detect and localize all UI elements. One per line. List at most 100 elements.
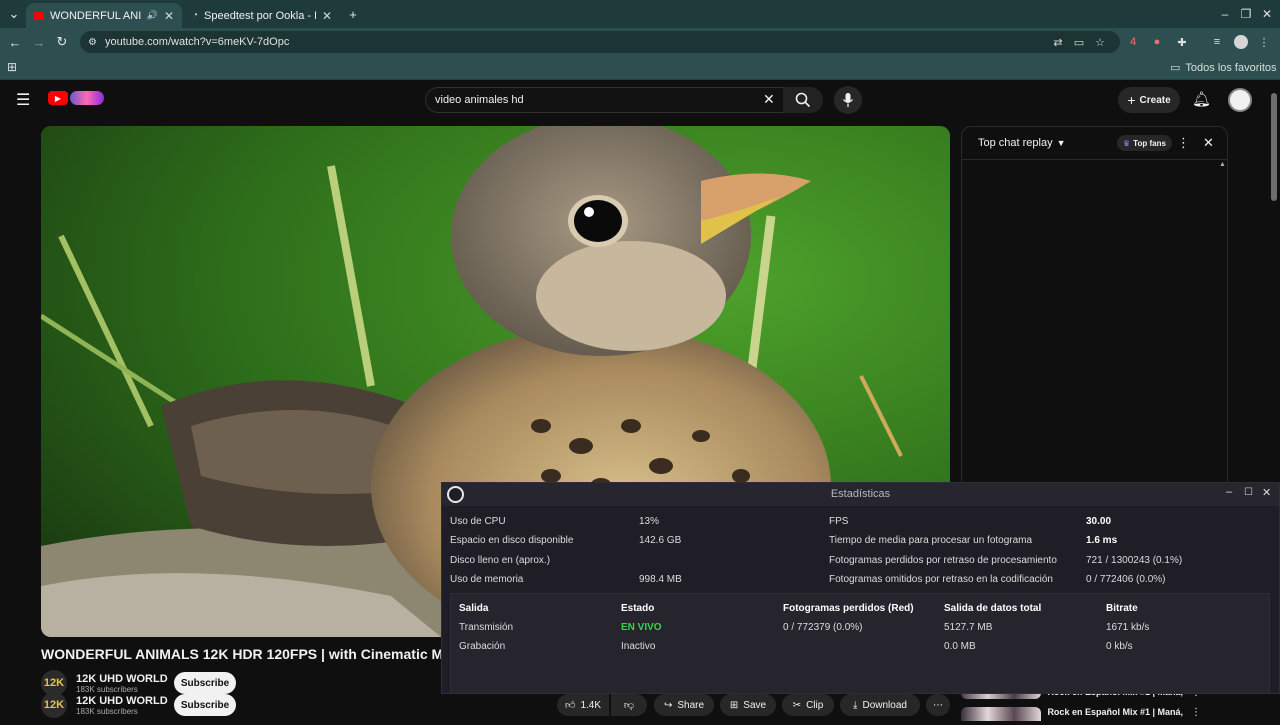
bookmark-star-icon[interactable]: ☆ [1092,34,1108,50]
channel-name[interactable]: 12K UHD WORLD [76,673,168,685]
more-actions-button[interactable]: ⋯ [926,694,950,716]
chat-mode-dropdown[interactable]: Top chat replay ▼ [978,137,1066,149]
reload-icon[interactable]: ↻ [52,32,72,52]
download-label: Download [862,699,907,711]
tab-title: WONDERFUL ANIMAL [50,9,141,22]
youtube-favicon-icon [34,11,44,20]
user-avatar[interactable] [1228,88,1252,112]
clear-search-icon[interactable]: ✕ [763,91,775,108]
stat-value: 998.4 MB [639,574,682,585]
obs-logo-icon [447,486,464,503]
search-button[interactable] [783,87,823,113]
profile-avatar-icon[interactable] [1233,34,1249,50]
table-header: Salida [459,603,489,614]
obs-title-bar: Estadísticas [442,483,1279,506]
create-button[interactable]: + Create [1118,87,1180,113]
channel-info: 12K UHD WORLD 183K subscribers [76,695,168,716]
stat-value: 142.6 GB [639,535,682,546]
page-scrollbar[interactable] [1271,93,1277,201]
table-cell: 0 / 772379 (0.0%) [783,622,863,633]
more-horizontal-icon: ⋯ [933,699,943,711]
sidebar-video-title: Rock en Español Mix #1 | Maná, [1047,707,1183,717]
forward-icon[interactable]: → [29,32,49,52]
obs-window-title: Estadísticas [830,488,891,500]
obs-stats-window: Estadísticas – ☐ ✕ Uso de CPU 13% Espaci… [441,482,1280,694]
stat-label: Uso de CPU [450,516,506,527]
stat-value: 721 / 1300243 (0.1%) [1086,555,1183,566]
notifications-bell-icon[interactable]: 🔔︎ [1192,90,1211,108]
subscribe-button[interactable]: Subscribe [174,694,236,716]
crown-icon: ♛ [1123,138,1131,148]
extension-icon[interactable]: ● [1149,34,1165,50]
table-header: Bitrate [1106,603,1138,614]
close-tab-icon[interactable]: ✕ [164,9,174,23]
audio-icon[interactable]: 🔊 [147,10,158,21]
extensions-puzzle-icon[interactable]: ✚ [1174,34,1190,50]
table-cell: 1671 kb/s [1106,622,1150,633]
tab-title: Speedtest por Ookla - La [204,9,316,22]
table-header: Fotogramas perdidos (Red) [783,603,914,614]
extension-icon[interactable]: 4 [1125,34,1141,50]
stat-label: Tiempo de media para procesar un fotogra… [829,535,1033,546]
stat-label: Disco lleno en (aprox.) [450,555,551,566]
channel-name[interactable]: 12K UHD WORLD [76,695,168,707]
hamburger-menu-icon[interactable]: ☰ [16,90,30,110]
media-control-icon[interactable]: ≡ [1209,34,1225,50]
clip-button[interactable]: ✂ Clip [782,694,834,716]
live-status: EN VIVO [621,622,662,633]
dislike-button[interactable]: 👎︎ [611,694,647,716]
close-window-icon[interactable]: ✕ [1257,4,1277,24]
table-header: Salida de datos total [944,603,1042,614]
like-button[interactable]: 👍︎ 1.4K [557,694,609,716]
channel-avatar[interactable]: 12K [41,692,67,718]
search-input[interactable]: video animales hd [425,87,791,113]
apps-grid-icon[interactable]: ⊞ [7,60,17,74]
back-icon[interactable]: ← [5,32,25,52]
address-bar[interactable]: ⚙ youtube.com/watch?v=6meKV-7dOpc [80,31,1120,53]
channel-row-duplicate: 12K 12K UHD WORLD 183K subscribers [41,692,168,718]
search-input-value: video animales hd [435,94,524,106]
clip-label: Clip [806,699,824,711]
table-cell: 0.0 MB [944,641,976,652]
subscribe-button[interactable]: Subscribe [174,672,236,694]
close-tab-icon[interactable]: ✕ [322,9,332,23]
close-chat-icon[interactable]: ✕ [1203,135,1214,151]
save-button[interactable]: ⊞ Save [720,694,776,716]
download-button[interactable]: ⤓ Download [840,694,920,716]
youtube-header: ☰ ▶ video animales hd ✕ + Create 🔔︎ [0,81,1280,119]
tab-youtube[interactable]: WONDERFUL ANIMAL 🔊 ✕ [26,3,182,28]
restore-icon[interactable]: ❐ [1236,4,1256,24]
stat-value: 30.00 [1086,516,1112,527]
sidebar-video[interactable]: Rock en Español Mix #1 | Maná, ⋮ [961,707,1201,725]
tab-speedtest[interactable]: ◔ Speedtest por Ookla - La ✕ [184,3,340,28]
all-bookmarks-button[interactable]: ▭ Todos los favoritos [1170,61,1277,75]
cast-icon[interactable]: ▭ [1071,34,1087,50]
youtube-logo[interactable]: ▶ [48,91,104,105]
stat-label: FPS [829,516,849,527]
share-icon: ↪ [663,699,673,711]
translate-icon[interactable]: ⇄ [1050,34,1066,50]
chat-scroll-up-icon[interactable]: ▲ [1219,161,1226,168]
top-fans-chip[interactable]: ♛ Top fans [1117,135,1172,151]
share-button[interactable]: ↪ Share [654,694,714,716]
thumbs-up-icon: 👍︎ [564,700,576,711]
bookmarks-bar: ⊞ ▭ Todos los favoritos [0,56,1280,80]
site-info-icon[interactable]: ⚙ [88,37,97,48]
folder-icon: ▭ [1170,62,1181,74]
voice-search-button[interactable] [834,86,862,114]
video-menu-icon[interactable]: ⋮ [1191,707,1201,725]
video-title: WONDERFUL ANIMALS 12K HDR 120FPS | with … [41,646,461,662]
like-count: 1.4K [580,699,602,711]
stat-label: Espacio en disco disponible [450,535,574,546]
save-label: Save [743,699,767,711]
close-icon[interactable]: ✕ [1262,486,1271,499]
minimize-icon[interactable]: – [1226,486,1232,498]
maximize-icon[interactable]: ☐ [1244,487,1253,498]
new-tab-icon[interactable]: + [343,4,363,24]
minimize-icon[interactable]: – [1215,4,1235,24]
browser-menu-icon[interactable]: ⋮ [1256,34,1272,50]
chat-menu-icon[interactable]: ⋮ [1177,135,1190,151]
stat-value: 1.6 ms [1086,535,1118,546]
share-label: Share [677,699,705,711]
tab-search-icon[interactable]: ⌄ [4,4,24,24]
